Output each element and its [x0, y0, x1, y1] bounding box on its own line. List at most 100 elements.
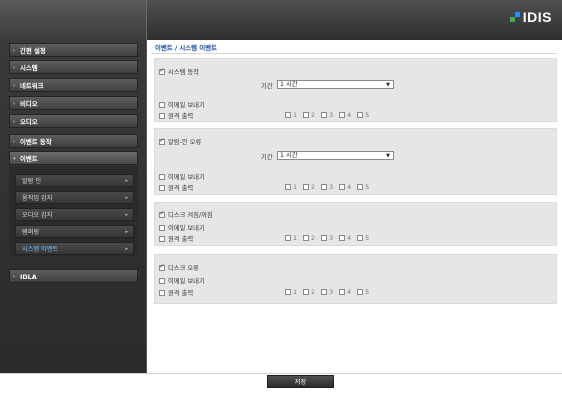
checkbox[interactable]: [159, 263, 165, 271]
system-operation-toggle[interactable]: 시스템 동작: [159, 67, 199, 76]
chevron-right-icon: ›: [13, 101, 16, 107]
checkbox[interactable]: [159, 236, 165, 242]
panel-disk-on-off: 디스크 켜짐/꺼짐 이메일 보내기 원격 출력 1 2 3 4 5: [154, 202, 557, 246]
remote-output-option[interactable]: 원격 출력: [159, 111, 193, 120]
sidebar-item-network[interactable]: › 네트워크: [9, 78, 138, 92]
checkbox[interactable]: [159, 225, 165, 231]
duration-label: 기간: [261, 154, 273, 161]
relay-checkbox[interactable]: [285, 112, 291, 118]
sidebar-item-idla[interactable]: › IDLA: [9, 269, 138, 283]
submenu-item-system-event[interactable]: 시스템 이벤트 ▸: [15, 242, 134, 255]
sidebar-item-video[interactable]: › 비디오: [9, 96, 138, 110]
relay-label: 2: [311, 112, 316, 119]
panel-title: 시스템 동작: [168, 69, 199, 76]
relay-checkbox[interactable]: [339, 184, 346, 190]
relay-checkbox[interactable]: [321, 112, 328, 118]
remote-output-option[interactable]: 원격 출력: [159, 183, 193, 192]
submenu-item-audio-detection[interactable]: 오디오 감지 ▸: [15, 208, 134, 221]
submenu-item-alarm-in[interactable]: 알람 인 ▸: [15, 174, 134, 187]
checkbox[interactable]: [159, 113, 165, 119]
panel-title: 디스크 켜짐/꺼짐: [168, 212, 213, 219]
duration-select[interactable]: 1 시간 ▼: [277, 80, 394, 89]
checkbox[interactable]: [159, 210, 165, 218]
duration-value: 1 시간: [280, 152, 298, 159]
relay-checkbox[interactable]: [303, 289, 310, 295]
relay-checkbox[interactable]: [339, 289, 346, 295]
sidebar-item-label: 비디오: [20, 100, 38, 108]
relay-checkbox[interactable]: [303, 184, 310, 190]
relay-checkbox[interactable]: [303, 112, 310, 118]
option-label: 이메일 보내기: [168, 102, 205, 109]
relay-label: 2: [311, 289, 316, 296]
panel-title: 알람-인 오류: [168, 139, 202, 146]
checkbox[interactable]: [159, 137, 165, 145]
send-email-option[interactable]: 이메일 보내기: [159, 100, 205, 109]
chevron-right-icon: ›: [13, 48, 16, 54]
relay-label: 4: [347, 184, 352, 191]
disk-on-off-toggle[interactable]: 디스크 켜짐/꺼짐: [159, 210, 213, 219]
sidebar-item-system[interactable]: › 시스템: [9, 60, 138, 74]
relay-checkbox[interactable]: [321, 235, 328, 241]
checkbox[interactable]: [159, 102, 165, 108]
relay-checkbox[interactable]: [321, 184, 328, 190]
sidebar-item-quick-setup[interactable]: › 간편 설정: [9, 43, 138, 57]
duration-select[interactable]: 1 시간 ▼: [277, 151, 394, 160]
relay-checkbox[interactable]: [357, 112, 364, 118]
remote-output-option[interactable]: 원격 출력: [159, 234, 193, 243]
alarm-in-error-toggle[interactable]: 알람-인 오류: [159, 137, 201, 146]
checkbox[interactable]: [159, 174, 165, 180]
top-header: IDIS: [0, 0, 562, 40]
relay-output-group: 1 2 3 4 5: [285, 235, 373, 242]
relay-label: 4: [347, 112, 352, 119]
submenu-item-label: 움직임 감지: [22, 195, 53, 202]
relay-checkbox[interactable]: [357, 235, 364, 241]
checkbox[interactable]: [159, 278, 165, 284]
option-label: 원격 출력: [168, 113, 194, 120]
disk-error-toggle[interactable]: 디스크 오류: [159, 263, 199, 272]
relay-label: 2: [311, 184, 316, 191]
relay-checkbox[interactable]: [339, 112, 346, 118]
chevron-right-icon: ›: [13, 274, 16, 280]
event-submenu: 알람 인 ▸ 움직임 감지 ▸ 오디오 감지 ▸ 탬퍼링 ▸ 시스템 이벤트 ▸: [9, 166, 138, 256]
checkbox[interactable]: [159, 185, 165, 191]
relay-checkbox[interactable]: [285, 289, 291, 295]
sidebar-item-label: 이벤트 동작: [20, 138, 52, 146]
sidebar-item-label: 시스템: [20, 64, 38, 72]
submenu-item-motion-detection[interactable]: 움직임 감지 ▸: [15, 191, 134, 204]
remote-output-option[interactable]: 원격 출력: [159, 288, 193, 297]
checkbox[interactable]: [159, 290, 165, 296]
sidebar-item-audio[interactable]: › 오디오: [9, 114, 138, 128]
submenu-item-label: 탬퍼링: [22, 229, 40, 236]
save-button[interactable]: 저장: [267, 375, 334, 388]
chevron-right-icon: ›: [13, 83, 16, 89]
relay-checkbox[interactable]: [339, 235, 346, 241]
send-email-option[interactable]: 이메일 보내기: [159, 276, 205, 285]
panel-disk-error: 디스크 오류 이메일 보내기 원격 출력 1 2 3 4 5: [154, 254, 557, 304]
relay-label: 4: [347, 289, 352, 296]
relay-checkbox[interactable]: [321, 289, 328, 295]
send-email-option[interactable]: 이메일 보내기: [159, 172, 205, 181]
relay-label: 2: [311, 235, 316, 242]
submenu-item-label: 오디오 감지: [22, 212, 53, 219]
relay-checkbox[interactable]: [357, 184, 364, 190]
relay-checkbox[interactable]: [357, 289, 364, 295]
dropdown-arrow-icon: ▼: [386, 153, 390, 159]
sidebar-item-label: IDLA: [20, 273, 37, 281]
relay-checkbox[interactable]: [285, 235, 291, 241]
idis-logo: IDIS: [509, 9, 552, 25]
sidebar-item-event[interactable]: ▾ 이벤트: [9, 151, 138, 165]
checkbox[interactable]: [159, 67, 165, 75]
relay-checkbox[interactable]: [303, 235, 310, 241]
relay-label: 4: [347, 235, 352, 242]
sidebar-item-event-action[interactable]: › 이벤트 동작: [9, 134, 138, 148]
header-left-block: [0, 0, 147, 40]
relay-label: 1: [293, 184, 298, 191]
relay-checkbox[interactable]: [285, 184, 291, 190]
relay-label: 5: [365, 184, 370, 191]
duration-value: 1 시간: [280, 81, 298, 88]
arrow-right-icon: ▸: [125, 212, 128, 218]
sidebar-item-label: 오디오: [20, 118, 38, 126]
submenu-item-tampering[interactable]: 탬퍼링 ▸: [15, 225, 134, 238]
arrow-right-icon: ▸: [125, 195, 128, 201]
send-email-option[interactable]: 이메일 보내기: [159, 223, 205, 232]
